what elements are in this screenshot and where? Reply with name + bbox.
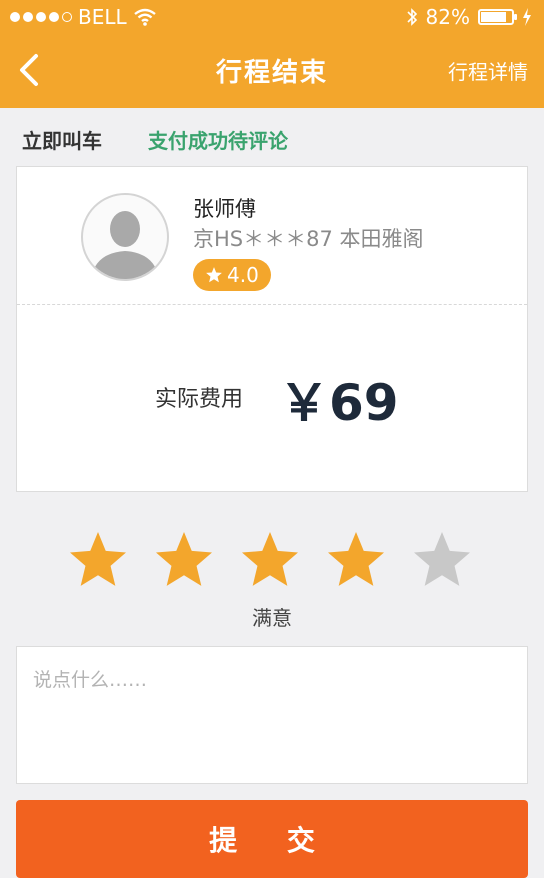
trip-summary-card: 张师傅 京HS＊＊＊87 本田雅阁 4.0 实际费用 ￥69 <box>16 166 528 492</box>
battery-icon <box>478 9 517 25</box>
rating-star-1[interactable] <box>66 528 130 592</box>
person-icon <box>91 211 159 279</box>
submit-button[interactable]: 提 交 <box>16 800 528 878</box>
comment-box <box>16 646 528 784</box>
step-call-car: 立即叫车 <box>22 129 102 153</box>
comment-input[interactable] <box>17 647 527 783</box>
driver-rating-badge: 4.0 <box>193 259 271 291</box>
wifi-icon <box>133 8 156 26</box>
rating-star-3[interactable] <box>238 528 302 592</box>
driver-avatar <box>81 193 169 281</box>
signal-strength-icon <box>10 12 72 22</box>
carrier-name: BELL <box>78 5 127 29</box>
rating-description: 满意 <box>252 606 292 630</box>
rating-star-2[interactable] <box>152 528 216 592</box>
step-paid-awaiting-review: 支付成功待评论 <box>148 129 288 153</box>
driver-rating-value: 4.0 <box>227 263 259 287</box>
plate-and-car-model: 京HS＊＊＊87 本田雅阁 <box>193 227 424 251</box>
status-bar: BELL 82% <box>0 0 544 34</box>
battery-percent: 82% <box>425 5 470 29</box>
card-divider <box>17 304 527 305</box>
rating-star-5[interactable] <box>410 528 474 592</box>
star-icon <box>206 267 222 283</box>
order-progress: 立即叫车 支付成功待评论 <box>0 108 544 166</box>
fare-label: 实际费用 <box>155 387 244 412</box>
star-rating <box>0 528 544 608</box>
driver-name: 张师傅 <box>193 197 256 221</box>
nav-bar: 行程结束 行程详情 <box>0 34 544 108</box>
fare-amount: ￥69 <box>279 374 399 432</box>
rating-star-4[interactable] <box>324 528 388 592</box>
charging-icon <box>523 8 531 26</box>
trip-details-link[interactable]: 行程详情 <box>448 56 528 85</box>
bluetooth-icon <box>406 8 417 26</box>
